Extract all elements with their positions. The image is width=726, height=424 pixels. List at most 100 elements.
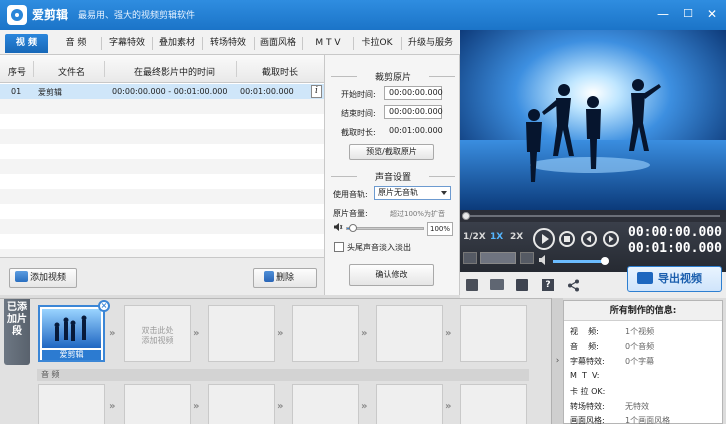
fast-forward-icon[interactable] <box>520 252 534 264</box>
added-clips-tab[interactable]: 已添加片段 <box>4 299 30 365</box>
column-divider <box>33 61 34 77</box>
tab-transition-effects[interactable]: 转场特效 <box>204 34 252 53</box>
info-key: 转场特效: <box>570 402 605 411</box>
add-video-button[interactable]: 添加视频 <box>9 268 77 288</box>
chevron-right-icon: » <box>361 401 367 412</box>
duration-label: 截取时长: <box>341 128 376 137</box>
audio-track-header: 音 频 <box>37 369 529 381</box>
volume-hint: 超过100%为扩音 <box>390 210 446 218</box>
open-folder-icon[interactable] <box>490 279 504 290</box>
chevron-right-icon: » <box>277 328 283 339</box>
tab-subtitle-effects[interactable]: 字幕特效 <box>104 34 150 53</box>
info-panel-title: 所有制作的信息: <box>564 301 722 321</box>
stop-icon <box>564 236 570 242</box>
player-volume-slider[interactable] <box>553 257 609 265</box>
chevron-right-icon: » <box>277 401 283 412</box>
end-time-field[interactable]: 00:00:00.000 <box>384 105 443 119</box>
volume-icon[interactable] <box>538 254 550 266</box>
minimize-button[interactable]: — <box>654 5 672 23</box>
tab-mtv[interactable]: M T V <box>305 34 351 53</box>
empty-row <box>0 249 324 257</box>
original-volume-slider[interactable] <box>346 224 424 232</box>
audio-track-select[interactable]: 原片无音轨 <box>374 186 451 200</box>
chevron-right-icon: » <box>193 401 199 412</box>
tab-picture-style[interactable]: 画面风格 <box>256 34 300 53</box>
seek-handle[interactable] <box>462 212 470 220</box>
help-icon[interactable]: ? <box>542 279 554 291</box>
volume-percent-field[interactable]: 100% <box>427 222 453 236</box>
tab-overlay-material[interactable]: 叠加素材 <box>154 34 200 53</box>
maximize-button[interactable]: ☐ <box>679 5 697 23</box>
chevron-right-icon: » <box>445 401 451 412</box>
column-duration[interactable]: 截取时长 <box>262 65 298 78</box>
tab-upgrade-service[interactable]: 升级与服务 <box>403 34 458 53</box>
chevron-right-icon: » <box>361 328 367 339</box>
stop-button[interactable] <box>559 231 575 247</box>
title-bar: 爱剪辑 最易用、强大的视频剪辑软件 — ☐ ✕ <box>0 0 726 30</box>
remove-clip-icon[interactable]: × <box>98 300 110 312</box>
info-row-audio: 音 频: 0个音频 <box>570 341 720 355</box>
player-volume-handle[interactable] <box>601 257 609 265</box>
save-icon[interactable] <box>516 279 528 291</box>
total-time: 00:01:00.000 <box>628 241 722 256</box>
column-index[interactable]: 序号 <box>8 65 26 78</box>
empty-row <box>0 114 324 129</box>
info-row-transitions: 转场特效: 无特效 <box>570 401 720 415</box>
tab-divider <box>353 37 354 50</box>
empty-row <box>0 234 324 249</box>
column-final-time[interactable]: 在最终影片中的时间 <box>134 65 215 78</box>
tab-audio[interactable]: 音 频 <box>54 34 98 53</box>
main-tab-bar: 视 频 音 频 字幕特效 叠加素材 转场特效 画面风格 M T V 卡拉OK 升… <box>0 30 460 55</box>
info-key: M T V: <box>570 371 600 380</box>
close-button[interactable]: ✕ <box>703 5 721 23</box>
tab-video[interactable]: 视 频 <box>5 34 48 53</box>
share-icon[interactable] <box>567 279 580 292</box>
table-row[interactable]: 01 爱剪辑 00:00:00.000 - 00:01:00.000 00:01… <box>0 84 324 99</box>
crop-settings-panel: 裁剪原片 开始时间: 00:00:00.000 结束时间: 00:00:00.0… <box>325 55 460 295</box>
app-name: 爱剪辑 <box>32 8 69 22</box>
next-frame-button[interactable] <box>603 231 619 247</box>
speed-half-button[interactable]: 1/2X <box>463 232 486 242</box>
step-back-icon <box>586 235 591 243</box>
tab-karaoke[interactable]: 卡拉OK <box>355 34 399 53</box>
seek-bar[interactable] <box>460 210 726 222</box>
sound-section-title: 声音设置 <box>331 170 455 183</box>
player-volume-fill <box>553 260 605 263</box>
project-info-panel: 所有制作的信息: 视 频: 1个视频 音 频: 0个音频 字幕特效: 0个字幕 M T… <box>563 300 723 424</box>
original-volume-label: 原片音量: <box>333 209 368 218</box>
new-project-icon[interactable] <box>466 279 478 291</box>
info-key: 字幕特效: <box>570 357 605 366</box>
chevron-down-icon <box>441 191 447 195</box>
preview-crop-button[interactable]: 预览/截取原片 <box>349 144 434 160</box>
fade-checkbox[interactable] <box>334 242 344 252</box>
volume-slider-handle[interactable] <box>349 224 357 232</box>
play-button[interactable] <box>533 228 555 250</box>
info-key: 卡 拉 OK: <box>570 387 606 396</box>
speed-2x-button[interactable]: 2X <box>510 232 523 242</box>
add-video-hint: 双击此处 添加视频 <box>141 326 174 345</box>
empty-row <box>0 204 324 219</box>
rewind-icon[interactable] <box>463 252 477 264</box>
export-video-button[interactable]: 导出视频 <box>627 266 722 292</box>
speed-1x-button[interactable]: 1X <box>490 232 503 242</box>
info-key: 音 频: <box>570 342 599 351</box>
confirm-changes-button[interactable]: 确认修改 <box>349 264 434 286</box>
clip-name: 爱剪辑 <box>42 350 101 360</box>
column-filename[interactable]: 文件名 <box>58 65 85 78</box>
previous-frame-button[interactable] <box>581 231 597 247</box>
empty-audio-slot <box>292 384 359 424</box>
empty-audio-slot <box>208 384 275 424</box>
row-final-time: 00:00:00.000 - 00:01:00.000 <box>112 87 228 96</box>
tab-divider <box>401 37 402 50</box>
delete-button[interactable]: 删除 <box>253 268 317 288</box>
clip-list-header: 序号 文件名 在最终影片中的时间 截取时长 <box>0 55 324 83</box>
video-preview[interactable] <box>460 30 726 210</box>
info-icon[interactable]: i <box>311 85 322 98</box>
collapse-panel-button[interactable]: › <box>551 298 563 424</box>
column-divider <box>236 61 237 77</box>
empty-audio-slot <box>38 384 105 424</box>
timeline-clip-1[interactable]: 爱剪辑 × <box>38 300 110 362</box>
add-video-placeholder[interactable]: 双击此处 添加视频 <box>124 305 191 362</box>
start-time-field[interactable]: 00:00:00.000 <box>384 86 443 100</box>
trash-icon <box>264 271 274 282</box>
